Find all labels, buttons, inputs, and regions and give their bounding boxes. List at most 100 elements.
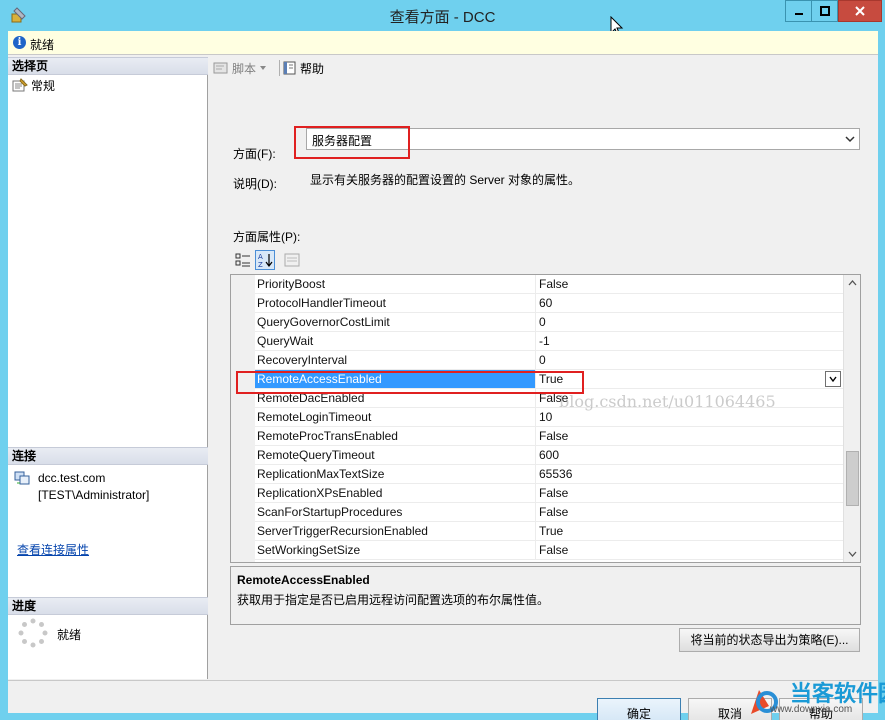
property-row[interactable]: RemoteQueryTimeout 600 <box>255 446 843 465</box>
column-divider <box>535 541 536 560</box>
nav-item-label: 常规 <box>31 78 56 93</box>
grid-vertical-scrollbar[interactable] <box>843 275 860 562</box>
selected-property-title: RemoteAccessEnabled <box>237 573 370 587</box>
column-divider <box>535 503 536 522</box>
script-label: 脚本 <box>232 61 257 76</box>
ok-button[interactable]: 确定 <box>597 698 681 720</box>
alphabetical-button[interactable]: A Z <box>255 250 275 270</box>
remote-access-highlight-box <box>236 371 584 394</box>
property-row[interactable]: RemoteProcTransEnabled False <box>255 427 843 446</box>
property-name: RecoveryInterval <box>257 353 348 367</box>
status-text: 就绪 <box>30 38 55 52</box>
nav-item-general[interactable]: 常规 <box>12 76 55 94</box>
property-value: 0 <box>539 353 546 367</box>
column-divider <box>535 275 536 294</box>
sort-alphabetical-icon: A Z <box>258 253 273 268</box>
watermark: blog.csdn.net/u011064465 <box>559 392 776 411</box>
facet-highlight-box <box>294 126 410 159</box>
property-name: QueryWait <box>257 334 314 348</box>
column-divider <box>535 313 536 332</box>
close-icon <box>855 6 865 16</box>
categorized-button[interactable] <box>233 250 253 270</box>
chevron-down-icon <box>845 136 855 143</box>
property-value: 0 <box>539 315 546 329</box>
toolbar-separator <box>279 60 280 76</box>
view-connection-properties-link[interactable]: 查看连接属性 <box>17 541 89 558</box>
maximize-icon <box>819 6 830 16</box>
facet-label: 方面(F): <box>233 147 276 161</box>
property-value: 60 <box>539 296 553 310</box>
svg-text:Z: Z <box>258 261 263 268</box>
maximize-button[interactable] <box>811 0 838 22</box>
value-dropdown-button[interactable] <box>825 371 841 387</box>
progress-status: 就绪 <box>57 628 82 642</box>
column-divider <box>535 294 536 313</box>
scroll-up-arrow-icon[interactable] <box>846 277 859 290</box>
right-pane: 脚本 帮助 方面(F): 服务器配置 说明(D): 显示有关服务器的配置设置的 … <box>209 57 878 679</box>
property-row[interactable]: QueryGovernorCostLimit 0 <box>255 313 843 332</box>
progress-spinner-icon <box>18 618 48 648</box>
progress-header: 进度 <box>8 597 208 615</box>
property-pages-icon <box>284 253 300 267</box>
facet-properties-label: 方面属性(P): <box>233 230 301 244</box>
property-name: ScanForStartupProcedures <box>257 505 403 519</box>
property-value: 10 <box>539 410 553 424</box>
property-row[interactable]: ProtocolHandlerTimeout 60 <box>255 294 843 313</box>
connection-header: 连接 <box>8 447 208 465</box>
property-row[interactable]: ServerTriggerRecursionEnabled True <box>255 522 843 541</box>
property-name: RemoteQueryTimeout <box>257 448 375 462</box>
select-page-header: 选择页 <box>8 57 208 75</box>
toolbar: 脚本 帮助 <box>209 57 878 79</box>
property-row[interactable]: PriorityBoost False <box>255 275 843 294</box>
property-value: False <box>539 486 569 500</box>
property-row[interactable]: ScanForStartupProcedures False <box>255 503 843 522</box>
column-divider <box>535 408 536 427</box>
left-pane: 选择页 常规 连接 dcc.test.com [TEST\Administrat… <box>8 57 208 679</box>
property-value: 600 <box>539 448 560 462</box>
script-button[interactable]: 脚本 <box>213 60 267 76</box>
window-title: 查看方面 - DCC <box>389 9 496 26</box>
property-name: RemoteLoginTimeout <box>257 410 372 424</box>
property-value: False <box>539 277 569 291</box>
chevron-down-icon <box>829 376 837 383</box>
dialog-window: 查看方面 - DCC i 就绪 选择页 常规 连接 dcc.test.com [… <box>0 0 885 720</box>
property-row[interactable]: SetWorkingSetSize False <box>255 541 843 560</box>
minimize-button[interactable] <box>785 0 812 22</box>
property-name: ServerTriggerRecursionEnabled <box>257 524 428 538</box>
column-divider <box>535 446 536 465</box>
connection-server: dcc.test.com <box>38 471 106 485</box>
properties-page-icon <box>12 78 28 92</box>
server-connection-icon <box>14 471 30 485</box>
property-name: ReplicationMaxTextSize <box>257 467 385 481</box>
column-divider <box>535 332 536 351</box>
dialog-client: i 就绪 选择页 常规 连接 dcc.test.com [TEST\Admini… <box>8 31 878 720</box>
script-icon <box>213 62 228 74</box>
export-policy-button[interactable]: 将当前的状态导出为策略(E)... <box>679 628 860 652</box>
svg-text:A: A <box>258 253 263 261</box>
property-pages-button[interactable] <box>282 250 302 270</box>
scroll-down-arrow-icon[interactable] <box>846 547 859 560</box>
property-row[interactable]: QueryWait -1 <box>255 332 843 351</box>
property-row[interactable]: ReplicationXPsEnabled False <box>255 484 843 503</box>
help-toolbar-button[interactable]: 帮助 <box>283 60 324 76</box>
title-bar[interactable]: 查看方面 - DCC <box>0 0 885 31</box>
property-name: QueryGovernorCostLimit <box>257 315 390 329</box>
property-value: False <box>539 429 569 443</box>
property-value: False <box>539 505 569 519</box>
close-button[interactable] <box>838 0 882 22</box>
info-icon: i <box>13 36 26 49</box>
scroll-thumb[interactable] <box>846 451 859 506</box>
column-divider <box>535 427 536 446</box>
property-row[interactable]: RecoveryInterval 0 <box>255 351 843 370</box>
property-value: True <box>539 524 564 538</box>
help-label: 帮助 <box>300 61 325 76</box>
property-description-panel: RemoteAccessEnabled 获取用于指定是否已启用远程访问配置选项的… <box>230 566 861 625</box>
help-book-icon <box>283 61 296 75</box>
property-row[interactable]: ReplicationMaxTextSize 65536 <box>255 465 843 484</box>
description-text: 显示有关服务器的配置设置的 Server 对象的属性。 <box>310 173 581 187</box>
column-divider <box>535 522 536 541</box>
property-name: SetWorkingSetSize <box>257 543 361 557</box>
property-grid[interactable]: PriorityBoost False ProtocolHandlerTimeout… <box>230 274 861 563</box>
property-value: False <box>539 543 569 557</box>
column-divider <box>535 351 536 370</box>
